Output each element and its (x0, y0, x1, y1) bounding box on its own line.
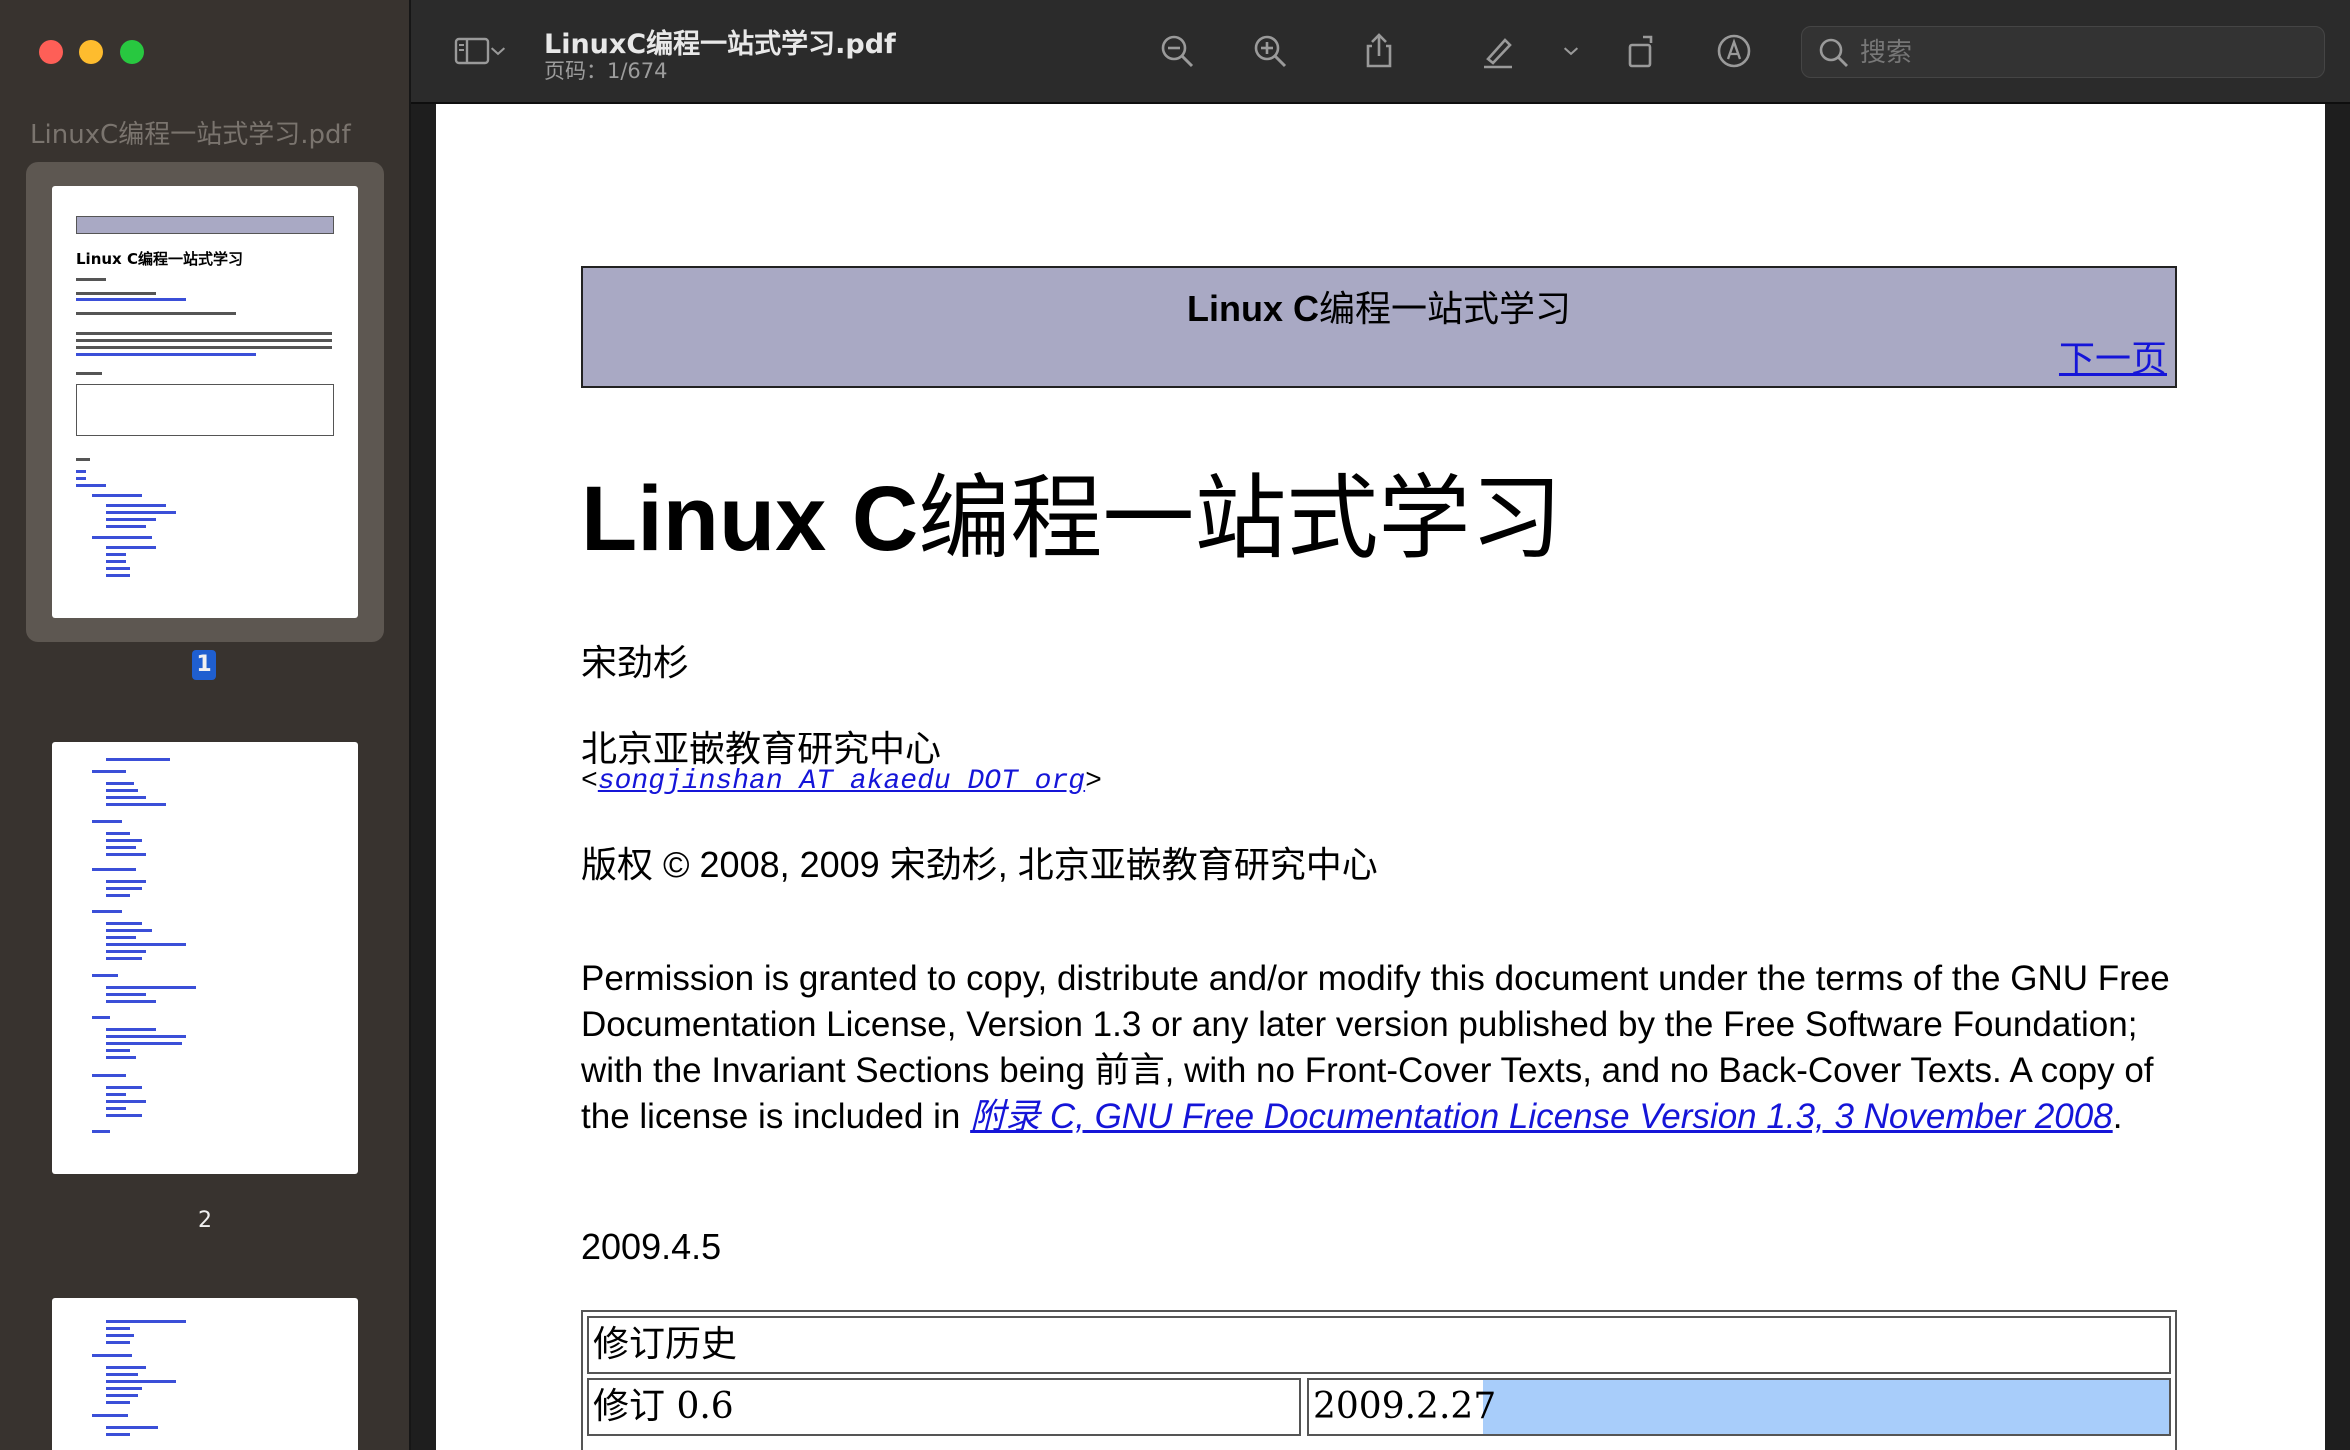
author-email: <songjinshan AT akaedu DOT org> (581, 766, 1102, 797)
page-thumbnail-1[interactable]: Linux C编程一站式学习 (52, 186, 358, 618)
search-input[interactable] (1860, 33, 2300, 73)
revision-history-header: 修订历史 (587, 1316, 2171, 1374)
sidebar-document-title: LinuxC编程一站式学习.pdf (30, 120, 351, 150)
chevron-down-icon[interactable] (485, 28, 511, 74)
window-close-button[interactable] (39, 40, 63, 64)
author-name: 宋劲杉 (581, 643, 690, 684)
markup-icon[interactable] (1711, 28, 1757, 74)
share-icon[interactable] (1356, 28, 1402, 74)
header-title: Linux C编程一站式学习 (1186, 288, 1571, 329)
text-selection-highlight (1483, 1380, 2169, 1434)
document-view[interactable]: Linux C编程一站式学习 下一页 Linux C编程一站式学习 宋劲杉 北京… (411, 104, 2350, 1450)
window-minimize-button[interactable] (79, 40, 103, 64)
thumbnail-page-number: 1 (192, 650, 216, 680)
page-thumbnail-3[interactable] (52, 1298, 358, 1450)
search-icon (1819, 38, 1848, 67)
pdf-page: Linux C编程一站式学习 下一页 Linux C编程一站式学习 宋劲杉 北京… (436, 104, 2325, 1450)
navigation-header: Linux C编程一站式学习 下一页 (581, 266, 2177, 388)
zoom-out-icon[interactable] (1154, 28, 1200, 74)
thumbnail-header-bar (76, 216, 334, 234)
copyright-notice: 版权 © 2008, 2009 宋劲杉, 北京亚嵌教育研究中心 (581, 844, 1378, 885)
revision-date-cell[interactable]: 2009.2.27 (1307, 1378, 2171, 1436)
toolbar: LinuxC编程一站式学习.pdf 页码：1/674 (411, 0, 2350, 104)
thumbnail-sidebar: LinuxC编程一站式学习.pdf Linux C编程一站式学习 1 2 (0, 0, 411, 1450)
revision-version-cell: 修订 0.6 (587, 1378, 1301, 1436)
chevron-down-icon[interactable] (1558, 28, 1584, 74)
author-organization: 北京亚嵌教育研究中心 (581, 729, 942, 770)
next-page-link[interactable]: 下一页 (2059, 330, 2167, 382)
book-title: Linux C编程一站式学习 (581, 465, 1563, 572)
publication-date: 2009.4.5 (581, 1226, 722, 1267)
license-appendix-link[interactable]: 附录 C, GNU Free Documentation License Ver… (970, 1097, 2113, 1136)
page-indicator: 页码：1/674 (544, 59, 668, 83)
thumbnail-page-number: 2 (198, 1208, 212, 1233)
rotate-icon[interactable] (1619, 28, 1665, 74)
search-field[interactable] (1801, 26, 2325, 78)
revision-history-table: 修订历史 修订 0.6 2009.2.27 (581, 1310, 2177, 1450)
zoom-in-icon[interactable] (1247, 28, 1293, 74)
window-zoom-button[interactable] (120, 40, 144, 64)
thumbnail-title: Linux C编程一站式学习 (76, 250, 243, 268)
license-paragraph: Permission is granted to copy, distribut… (581, 959, 2170, 1136)
highlight-icon[interactable] (1475, 28, 1521, 74)
page-thumbnail-2[interactable] (52, 742, 358, 1174)
email-link[interactable]: songjinshan AT akaedu DOT org (598, 766, 1085, 797)
